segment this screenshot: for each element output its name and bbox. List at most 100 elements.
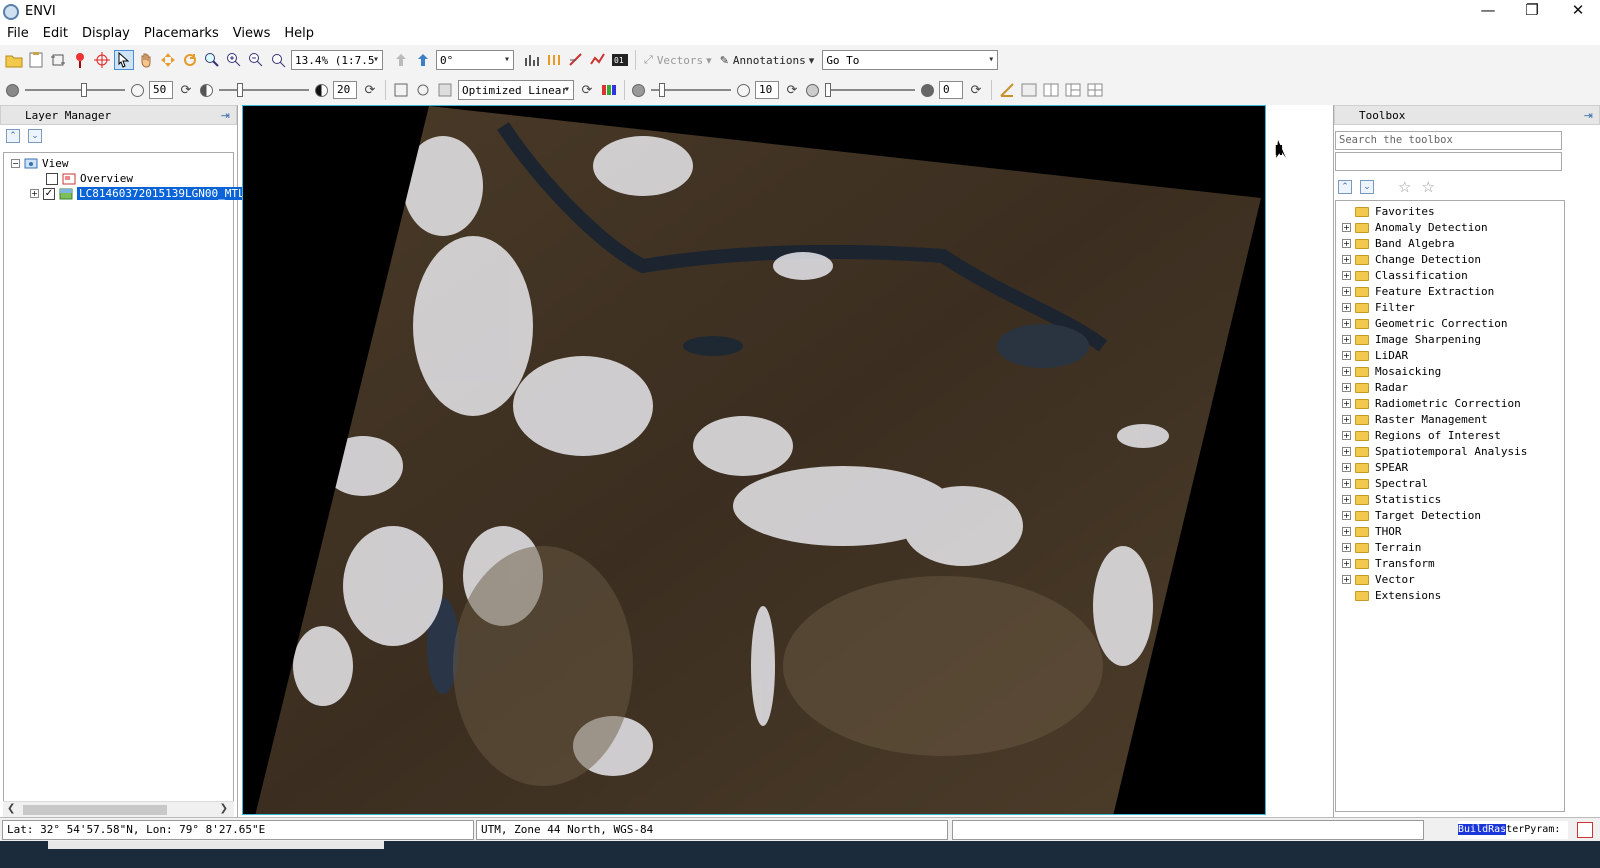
menu-display[interactable]: Display	[75, 24, 137, 44]
view-layout-icon[interactable]	[997, 80, 1017, 100]
two-view-icon[interactable]	[1041, 80, 1061, 100]
three-view-icon[interactable]	[1063, 80, 1083, 100]
expand-all-icon[interactable]: ⌄	[28, 129, 42, 143]
select-cursor-icon[interactable]	[114, 50, 134, 70]
process-status[interactable]: BuildRasterPyram:	[1458, 821, 1568, 839]
placemark-icon[interactable]	[70, 50, 90, 70]
toolbox-search-input[interactable]: Search the toolbox	[1335, 131, 1562, 150]
minimize-button[interactable]: —	[1466, 0, 1510, 23]
fly-icon[interactable]	[158, 50, 178, 70]
toolbox-item[interactable]: + Filter	[1342, 300, 1415, 315]
toolbox-item[interactable]: + Terrain	[1342, 540, 1421, 555]
toolbox-item[interactable]: + SPEAR	[1342, 460, 1408, 475]
toolbox-item[interactable]: + Transform	[1342, 556, 1435, 571]
toolbox-item-favorites[interactable]: Favorites	[1342, 204, 1435, 219]
crosshairs-icon[interactable]	[92, 50, 112, 70]
process-manager-icon[interactable]	[1577, 822, 1593, 838]
layer-tree-hscrollbar[interactable]: ❮ ❯	[3, 801, 234, 817]
menu-placemarks[interactable]: Placemarks	[137, 24, 226, 44]
color-table-icon[interactable]	[599, 80, 619, 100]
stretch-custom-icon[interactable]	[435, 80, 455, 100]
goto-combo[interactable]: Go To ▾	[822, 50, 999, 70]
overview-checkbox[interactable]	[46, 172, 58, 185]
scroll-left-icon[interactable]: ❮	[7, 803, 15, 814]
toolbox-item[interactable]: + Spatiotemporal Analysis	[1342, 444, 1527, 459]
cursor-value-icon[interactable]: 01	[610, 50, 630, 70]
expand-icon[interactable]: +	[1342, 495, 1351, 504]
reset-sharpen-icon[interactable]: ⟳	[782, 80, 802, 100]
scroll-right-icon[interactable]: ❯	[220, 803, 228, 814]
expand-all-icon[interactable]: ⌄	[1360, 180, 1374, 194]
expand-icon[interactable]: +	[1342, 287, 1351, 296]
toolbox-item[interactable]: + Image Sharpening	[1342, 332, 1481, 347]
menu-help[interactable]: Help	[277, 24, 321, 44]
toolbox-item[interactable]: + Regions of Interest	[1342, 428, 1501, 443]
toolbox-item[interactable]: + Anomaly Detection	[1342, 220, 1488, 235]
expand-icon[interactable]: +	[1342, 399, 1351, 408]
expand-icon[interactable]: +	[1342, 319, 1351, 328]
expand-icon[interactable]: +	[1342, 479, 1351, 488]
data-manager-icon[interactable]	[26, 50, 46, 70]
expand-icon[interactable]: +	[1342, 271, 1351, 280]
annotations-dropdown[interactable]: ✎ Annotations ▾	[720, 54, 815, 67]
rotation-combo[interactable]: 0° ▾	[436, 50, 514, 70]
toolbox-item[interactable]: + Mosaicking	[1342, 364, 1441, 379]
expand-icon[interactable]: +	[30, 189, 39, 198]
zoom-in-icon[interactable]	[202, 50, 222, 70]
expand-icon[interactable]: +	[1342, 383, 1351, 392]
toolbox-item[interactable]: + Feature Extraction	[1342, 284, 1494, 299]
expand-icon[interactable]: +	[1342, 511, 1351, 520]
contrast-slider[interactable]	[219, 80, 309, 100]
toolbox-item[interactable]: + Raster Management	[1342, 412, 1488, 427]
toolbox-item[interactable]: + LiDAR	[1342, 348, 1408, 363]
toolbox-item[interactable]: + Radiometric Correction	[1342, 396, 1521, 411]
expand-icon[interactable]: +	[1342, 223, 1351, 232]
reset-brightness-icon[interactable]: ⟳	[176, 80, 196, 100]
toolbox-item[interactable]: + Geometric Correction	[1342, 316, 1507, 331]
sharpen-value[interactable]: 10	[755, 81, 779, 99]
toolbox-search-results[interactable]	[1335, 152, 1562, 171]
expand-icon[interactable]: +	[1342, 335, 1351, 344]
measure-icon[interactable]	[566, 50, 586, 70]
expand-icon[interactable]: +	[1342, 367, 1351, 376]
rotate-north-icon[interactable]	[413, 50, 433, 70]
single-view-icon[interactable]	[1019, 80, 1039, 100]
brightness-value[interactable]: 50	[149, 81, 173, 99]
brightness-slider[interactable]	[25, 80, 125, 100]
transparency-slider[interactable]	[825, 80, 915, 100]
restore-button[interactable]: ❐	[1510, 0, 1554, 23]
toolbox-item[interactable]: + Spectral	[1342, 476, 1428, 491]
toolbox-item[interactable]: + Band Algebra	[1342, 236, 1454, 251]
reset-contrast-icon[interactable]: ⟳	[360, 80, 380, 100]
stretch-view-icon[interactable]	[413, 80, 433, 100]
zoom-plus-icon[interactable]	[224, 50, 244, 70]
contrast-value[interactable]: 20	[333, 81, 357, 99]
expand-icon[interactable]: +	[1342, 303, 1351, 312]
pin-panel-icon[interactable]: ⇥	[221, 109, 230, 122]
expand-icon[interactable]: +	[1342, 527, 1351, 536]
toolbox-item[interactable]: + THOR	[1342, 524, 1402, 539]
scrollbar-thumb[interactable]	[23, 805, 167, 815]
collapse-all-icon[interactable]: ⌃	[1338, 180, 1352, 194]
menu-edit[interactable]: Edit	[36, 24, 75, 44]
four-view-icon[interactable]	[1085, 80, 1105, 100]
zoom-minus-icon[interactable]	[246, 50, 266, 70]
menu-file[interactable]: File	[0, 24, 36, 44]
tree-row-raster-layer[interactable]: + ✓ LC81460372015139LGN00_MTL	[30, 186, 247, 201]
toolbox-item[interactable]: + Target Detection	[1342, 508, 1481, 523]
rotate-icon[interactable]	[180, 50, 200, 70]
expand-icon[interactable]: +	[1342, 447, 1351, 456]
toolbox-item[interactable]: + Classification	[1342, 268, 1468, 283]
spectral-profile-icon[interactable]	[588, 50, 608, 70]
toolbox-item[interactable]: + Statistics	[1342, 492, 1441, 507]
toolbox-item[interactable]: + Vector	[1342, 572, 1415, 587]
rotate-left-icon[interactable]	[391, 50, 411, 70]
stretch-full-icon[interactable]	[391, 80, 411, 100]
expand-icon[interactable]: +	[1342, 463, 1351, 472]
expand-icon[interactable]: +	[1342, 559, 1351, 568]
remove-favorite-icon[interactable]: ☆	[1421, 178, 1434, 196]
tree-row-overview[interactable]: Overview	[46, 171, 133, 186]
collapse-all-icon[interactable]: ⌃	[6, 129, 20, 143]
stretch-histogram-icon[interactable]	[522, 50, 542, 70]
reset-stretch-icon[interactable]: ⟳	[577, 80, 597, 100]
